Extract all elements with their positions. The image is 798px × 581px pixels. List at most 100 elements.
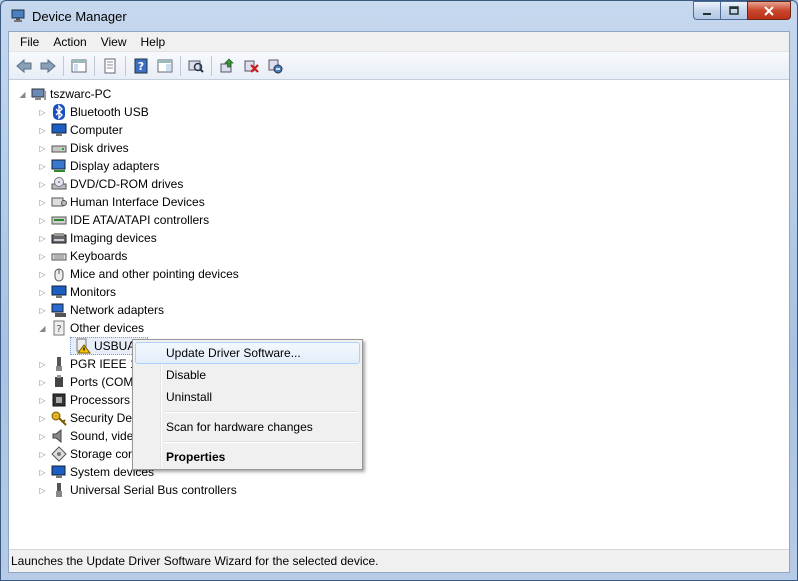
- tree-node-label: Security De: [70, 411, 133, 425]
- toolbar-separator: [63, 55, 64, 76]
- maximize-icon: [729, 5, 739, 15]
- menu-help[interactable]: Help: [134, 32, 173, 52]
- close-button[interactable]: [747, 1, 791, 20]
- properties-icon: [104, 58, 116, 73]
- tree-root[interactable]: ◢ tszwarc-PC: [18, 85, 111, 103]
- minimize-button[interactable]: [693, 1, 720, 20]
- update-driver-button[interactable]: [216, 55, 238, 77]
- tree-node-ieee1394[interactable]: ▷ PGR IEEE 13: [38, 355, 143, 373]
- collapse-arrow-icon[interactable]: ◢: [38, 319, 47, 337]
- expand-arrow-icon[interactable]: ▷: [38, 247, 47, 265]
- tree-node-computer[interactable]: ▷ Computer: [38, 121, 122, 139]
- tree-node-ide-controllers[interactable]: ▷ IDE ATA/ATAPI controllers: [38, 211, 209, 229]
- uninstall-button[interactable]: [240, 55, 262, 77]
- ide-controller-icon: [51, 212, 67, 228]
- tree-node-hid[interactable]: ▷ Human Interface Devices: [38, 193, 204, 211]
- tree-node-label: DVD/CD-ROM drives: [70, 177, 184, 191]
- menu-bar: File Action View Help: [9, 32, 789, 52]
- minimize-icon: [703, 12, 711, 15]
- disable-icon: [268, 59, 283, 73]
- expand-arrow-icon[interactable]: ▷: [38, 301, 47, 319]
- tree-node-sound[interactable]: ▷ Sound, vide: [38, 427, 133, 445]
- back-icon: [16, 58, 32, 73]
- forward-button[interactable]: [37, 55, 59, 77]
- help-button[interactable]: ?: [130, 55, 152, 77]
- tree-node-disk-drives[interactable]: ▷ Disk drives: [38, 139, 128, 157]
- tree-node-bluetooth[interactable]: ▷ Bluetooth USB: [38, 103, 149, 121]
- tree-node-keyboards[interactable]: ▷ Keyboards: [38, 247, 127, 265]
- title-bar[interactable]: Device Manager: [1, 1, 797, 31]
- tree-node-label: Network adapters: [70, 303, 165, 317]
- disable-button[interactable]: [264, 55, 286, 77]
- expand-arrow-icon[interactable]: ▷: [38, 265, 47, 283]
- expand-arrow-icon[interactable]: ▷: [38, 391, 47, 409]
- sound-icon: [51, 428, 67, 444]
- usb-icon: [51, 482, 67, 498]
- tree-node-other-devices[interactable]: ◢ ? Other devices: [38, 319, 144, 337]
- tree-node-security-devices[interactable]: ▷ Security De: [38, 409, 132, 427]
- tree-node-display-adapters[interactable]: ▷ Display adapters: [38, 157, 159, 175]
- action-pane-icon: [157, 59, 173, 72]
- bluetooth-icon: [51, 104, 67, 120]
- expand-arrow-icon[interactable]: ▷: [38, 373, 47, 391]
- expand-arrow-icon[interactable]: ▷: [38, 139, 47, 157]
- menu-action[interactable]: Action: [46, 32, 93, 52]
- keyboard-icon: [51, 248, 67, 264]
- ieee1394-icon: [51, 356, 67, 372]
- tree-node-ports[interactable]: ▷ Ports (COM: [38, 373, 133, 391]
- expand-arrow-icon[interactable]: ▷: [38, 103, 47, 121]
- tree-node-label: Bluetooth USB: [70, 105, 149, 119]
- expand-arrow-icon[interactable]: ▷: [38, 193, 47, 211]
- expand-arrow-icon[interactable]: ▷: [38, 157, 47, 175]
- scan-hardware-icon: [188, 60, 204, 73]
- update-driver-menu-item[interactable]: Update Driver Software...: [135, 342, 360, 364]
- menu-file[interactable]: File: [13, 32, 46, 52]
- tree-node-label: Other devices: [70, 321, 145, 335]
- window-controls: [693, 1, 791, 20]
- device-tree[interactable]: ◢ tszwarc-PC ▷ Bluetooth USB ▷ Computer …: [9, 82, 789, 549]
- expand-arrow-icon[interactable]: ▷: [38, 121, 47, 139]
- menu-separator: [135, 408, 360, 416]
- tree-node-label: IDE ATA/ATAPI controllers: [70, 213, 210, 227]
- action-pane-button[interactable]: [154, 55, 176, 77]
- expand-arrow-icon[interactable]: ▷: [38, 229, 47, 247]
- tree-node-storage-controllers[interactable]: ▷ Storage cor: [38, 445, 132, 463]
- tree-node-label: Sound, vide: [70, 429, 134, 443]
- expand-arrow-icon[interactable]: ▷: [38, 445, 47, 463]
- tree-node-network-adapters[interactable]: ▷ Network adapters: [38, 301, 164, 319]
- mouse-icon: [51, 266, 67, 282]
- tree-node-label: Display adapters: [70, 159, 160, 173]
- tree-node-monitors[interactable]: ▷ Monitors: [38, 283, 116, 301]
- forward-icon: [40, 58, 56, 73]
- hid-icon: [51, 194, 67, 210]
- disable-menu-item[interactable]: Disable: [135, 364, 360, 386]
- expand-arrow-icon[interactable]: ▷: [38, 463, 47, 481]
- scan-hardware-menu-item[interactable]: Scan for hardware changes: [135, 416, 360, 438]
- tree-node-label: Ports (COM: [70, 375, 134, 389]
- show-hide-console-tree-button[interactable]: [68, 55, 90, 77]
- properties-button[interactable]: [99, 55, 121, 77]
- scan-hardware-button[interactable]: [185, 55, 207, 77]
- expand-arrow-icon[interactable]: ▷: [38, 409, 47, 427]
- maximize-button[interactable]: [720, 1, 747, 20]
- tree-node-dvd-drives[interactable]: ▷ DVD/CD-ROM drives: [38, 175, 183, 193]
- tree-node-imaging-devices[interactable]: ▷ Imaging devices: [38, 229, 157, 247]
- expand-arrow-icon[interactable]: ▷: [38, 175, 47, 193]
- tree-node-usb-controllers[interactable]: ▷ Universal Serial Bus controllers: [38, 481, 237, 499]
- tree-node-label: Imaging devices: [70, 231, 157, 245]
- expand-arrow-icon[interactable]: ▷: [38, 481, 47, 499]
- properties-menu-item[interactable]: Properties: [135, 446, 360, 468]
- expand-arrow-icon[interactable]: ▷: [38, 211, 47, 229]
- tree-node-label: Processors: [70, 393, 131, 407]
- back-button[interactable]: [13, 55, 35, 77]
- expand-arrow-icon[interactable]: ▷: [38, 355, 47, 373]
- expand-arrow-icon[interactable]: ▷: [38, 427, 47, 445]
- expand-arrow-icon[interactable]: ▷: [38, 283, 47, 301]
- tree-node-mice[interactable]: ▷ Mice and other pointing devices: [38, 265, 239, 283]
- uninstall-menu-item[interactable]: Uninstall: [135, 386, 360, 408]
- tree-node-processors[interactable]: ▷ Processors: [38, 391, 130, 409]
- menu-view[interactable]: View: [94, 32, 134, 52]
- collapse-arrow-icon[interactable]: ◢: [18, 85, 27, 103]
- disk-drive-icon: [51, 140, 67, 156]
- computer-root-icon: [31, 86, 47, 102]
